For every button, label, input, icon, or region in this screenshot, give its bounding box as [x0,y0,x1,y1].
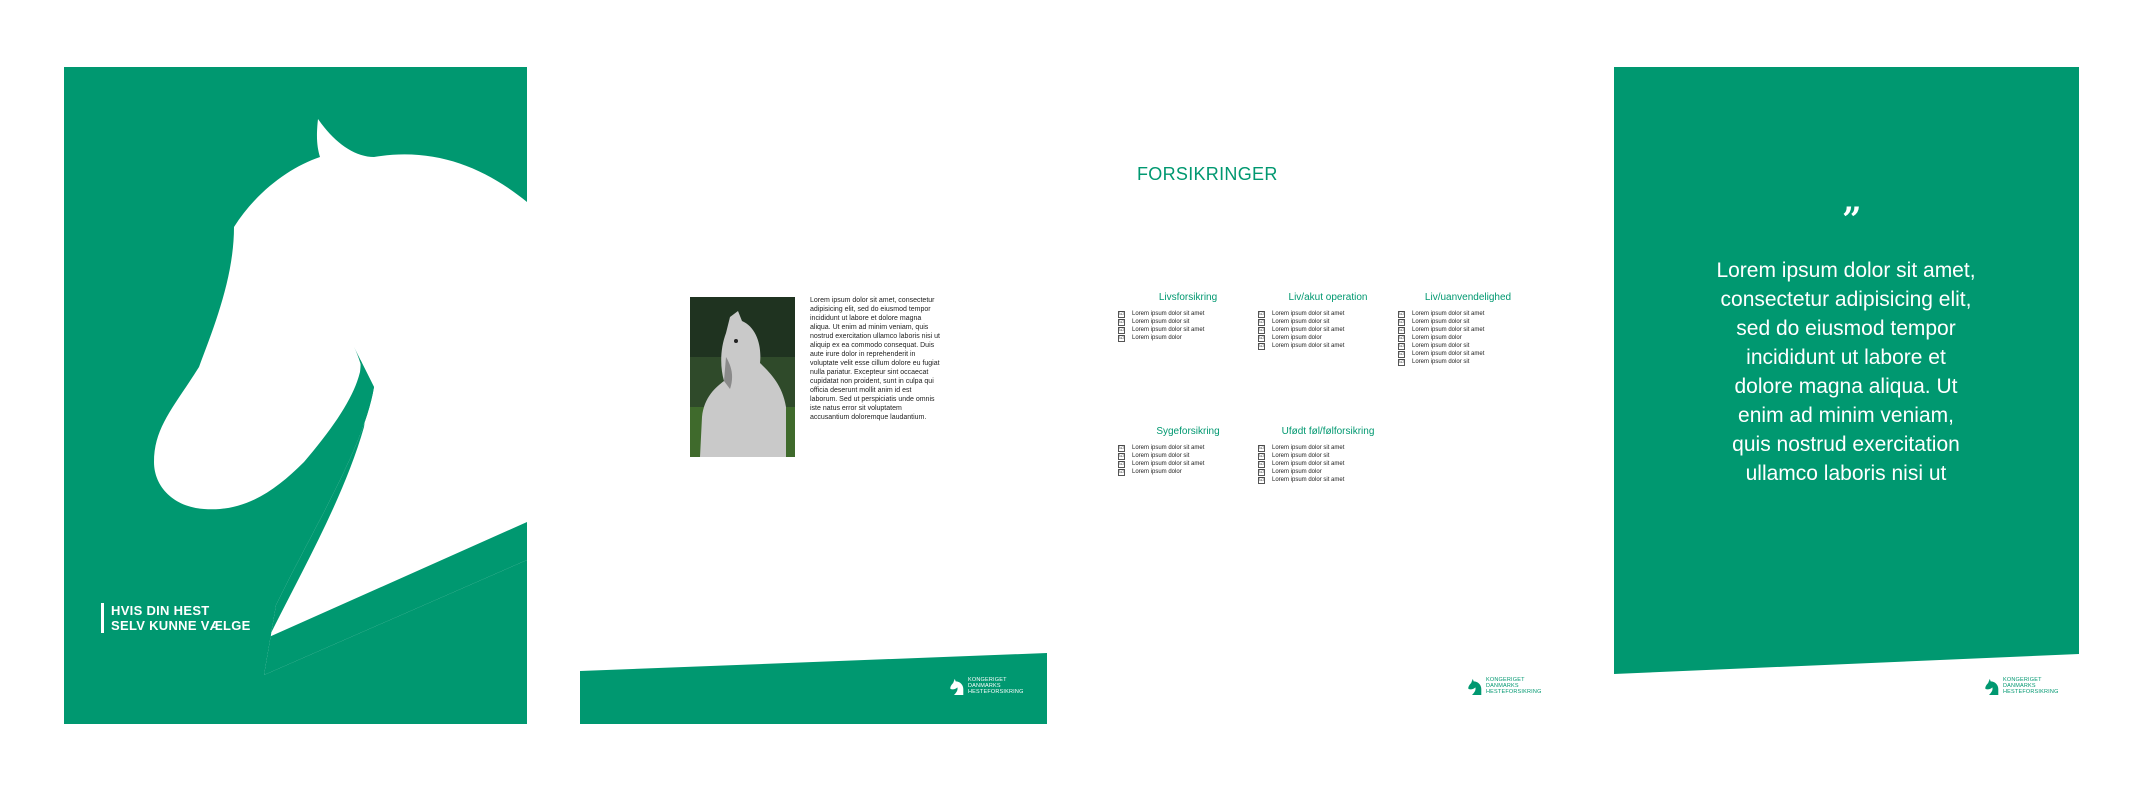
page2-logo: KONGERIGET DANMARKS HESTEFORSIKRING [948,677,1024,695]
list-item: ☑ Lorem ipsum dolor sit amet [1258,310,1345,318]
list-item: ☑ Lorem ipsum dolor sit amet [1258,342,1345,350]
pull-quote: Lorem ipsum dolor sit amet, consectetur … [1716,259,1976,485]
page3-heading: FORSIKRINGER [1137,164,1278,184]
list-item: ☑ Lorem ipsum dolor sit [1398,318,1470,326]
checkbox-icon: ☑ [1258,334,1265,342]
list-item: ☑ Lorem ipsum dolor sit [1398,342,1470,350]
list-item: ☑ Lorem ipsum dolor sit [1118,452,1190,460]
list-item: ☑ Lorem ipsum dolor sit [1258,318,1330,326]
cover-title-line-1: HVIS DIN HEST [111,603,210,618]
insurance-column-4: Sygeforsikring ☑ Lorem ipsum dolor sit am… [1118,426,1258,476]
cover-title-line-2: SELV KUNNE VÆLGE [111,618,251,633]
checkbox-icon: ☑ [1118,334,1125,342]
logo-line-3: HESTEFORSIKRING [968,689,1024,695]
checkbox-icon: ☑ [1398,342,1405,350]
list-item: ☑ Lorem ipsum dolor sit amet [1258,460,1345,468]
checkbox-icon: ☑ [1258,468,1265,476]
insurance-column-2: Liv/akut operation ☑ Lorem ipsum dolor si… [1258,292,1398,350]
logo-line-3: HESTEFORSIKRING [2003,689,2059,695]
checkbox-icon: ☑ [1398,334,1405,342]
cover-title: HVIS DIN HEST SELV KUNNE VÆLGE [101,603,251,633]
checkbox-icon: ☑ [1118,452,1125,460]
list-item: ☑ Lorem ipsum dolor sit amet [1258,326,1345,334]
list-item: ☑ Lorem ipsum dolor sit amet [1258,476,1345,484]
checkbox-icon: ☑ [1258,318,1265,326]
list-item: ☑ Lorem ipsum dolor [1258,334,1322,342]
list-item: ☑ Lorem ipsum dolor sit amet [1398,350,1485,358]
page2-body-text: Lorem ipsum dolor sit amet, consectetur … [810,297,940,421]
checkbox-icon: ☑ [1258,310,1265,318]
list-item: ☑ Lorem ipsum dolor [1118,468,1182,476]
list-item: ☑ Lorem ipsum dolor [1398,334,1462,342]
cover-page: HVIS DIN HEST SELV KUNNE VÆLGE [64,67,527,724]
checkbox-icon: ☑ [1258,476,1265,484]
list-item: ☑ Lorem ipsum dolor sit amet [1118,326,1205,334]
insurance-column-5: Ufødt føl/følforsikring ☑ Lorem ipsum dol… [1258,426,1398,484]
checkbox-icon: ☑ [1258,452,1265,460]
checkbox-icon: ☑ [1118,460,1125,468]
column-list: ☑ Lorem ipsum dolor sit amet ☑ Lorem ipsum… [1258,310,1398,350]
list-item: ☑ Lorem ipsum dolor sit [1258,452,1330,460]
checkbox-icon: ☑ [1258,326,1265,334]
page3-logo: KONGERIGET DANMARKS HESTEFORSIKRING [1466,677,1542,695]
horse-logo-icon [1985,678,1999,695]
list-item: ☑ Lorem ipsum dolor sit amet [1118,444,1205,452]
checkbox-icon: ☑ [1258,444,1265,452]
list-item: ☑ Lorem ipsum dolor sit amet [1398,310,1485,318]
insurance-column-1: Livsforsikring ☑ Lorem ipsum dolor sit am… [1118,292,1258,342]
list-item: ☑ Lorem ipsum dolor [1258,468,1322,476]
checkbox-icon: ☑ [1118,318,1125,326]
horse-logo-icon [950,678,964,695]
list-item: ☑ Lorem ipsum dolor sit amet [1118,460,1205,468]
list-item: ☑ Lorem ipsum dolor sit [1118,318,1190,326]
list-item: ☑ Lorem ipsum dolor sit amet [1398,326,1485,334]
list-item: ☑ Lorem ipsum dolor [1118,334,1182,342]
list-item: ☑ Lorem ipsum dolor sit amet [1258,444,1345,452]
checkbox-icon: ☑ [1118,326,1125,334]
checkbox-icon: ☑ [1118,310,1125,318]
column-title: Ufødt føl/følforsikring [1281,426,1375,437]
quote-mark-icon: ” [1842,200,1862,240]
column-list: ☑ Lorem ipsum dolor sit amet ☑ Lorem ipsum… [1398,310,1538,366]
page4-logo: KONGERIGET DANMARKS HESTEFORSIKRING [1983,677,2059,695]
column-list: ☑ Lorem ipsum dolor sit amet ☑ Lorem ipsum… [1118,310,1258,342]
checkbox-icon: ☑ [1118,468,1125,476]
column-title: Sygeforsikring [1156,426,1220,437]
checkbox-icon: ☑ [1398,310,1405,318]
horse-photo [690,297,795,457]
checkbox-icon: ☑ [1118,444,1125,452]
column-title: Liv/akut operation [1288,292,1368,303]
column-title: Liv/uanvendelighed [1424,292,1512,303]
checkbox-icon: ☑ [1398,318,1405,326]
checkbox-icon: ☑ [1258,460,1265,468]
list-item: ☑ Lorem ipsum dolor sit [1398,358,1470,366]
list-item: ☑ Lorem ipsum dolor sit amet [1118,310,1205,318]
logo-line-3: HESTEFORSIKRING [1486,689,1542,695]
column-title: Livsforsikring [1158,292,1218,303]
horse-logo-icon [1468,678,1482,695]
checkbox-icon: ☑ [1398,326,1405,334]
checkbox-icon: ☑ [1258,342,1265,350]
column-list: ☑ Lorem ipsum dolor sit amet ☑ Lorem ipsum… [1258,444,1398,484]
column-list: ☑ Lorem ipsum dolor sit amet ☑ Lorem ipsum… [1118,444,1258,476]
checkbox-icon: ☑ [1398,350,1405,358]
checkbox-icon: ☑ [1398,358,1405,366]
insurance-column-3: Liv/uanvendelighed ☑ Lorem ipsum dolor si… [1398,292,1538,366]
